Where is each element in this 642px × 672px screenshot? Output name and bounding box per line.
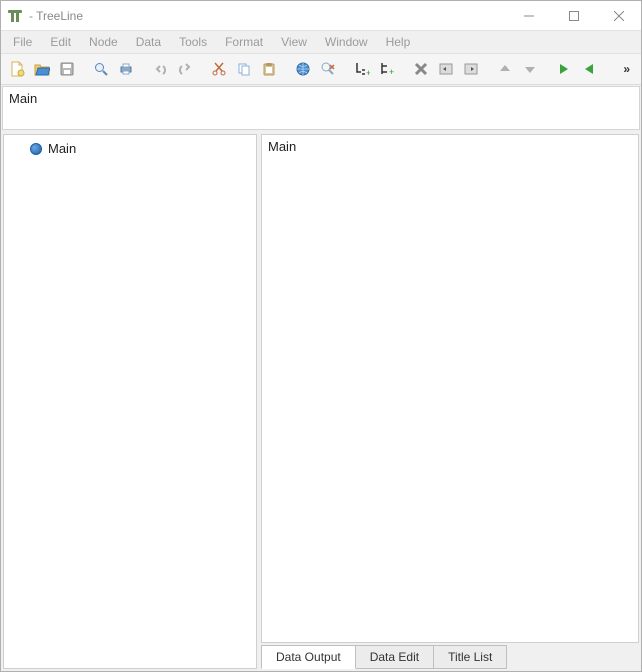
- print-icon[interactable]: [114, 57, 138, 81]
- outdent-icon[interactable]: [459, 57, 483, 81]
- svg-text:+: +: [366, 68, 370, 77]
- paste-icon[interactable]: [257, 57, 281, 81]
- menu-view[interactable]: View: [273, 33, 315, 51]
- menubar: File Edit Node Data Tools Format View Wi…: [1, 31, 641, 53]
- tab-title-list[interactable]: Title List: [433, 645, 507, 669]
- open-file-icon[interactable]: [30, 57, 54, 81]
- menu-edit[interactable]: Edit: [42, 33, 79, 51]
- breadcrumb-path: Main: [9, 91, 37, 106]
- data-output-view[interactable]: Main: [261, 134, 639, 643]
- undo-icon[interactable]: [148, 57, 172, 81]
- window-controls: [506, 1, 641, 30]
- menu-help[interactable]: Help: [378, 33, 419, 51]
- window-title: - TreeLine: [29, 9, 83, 23]
- tree-item-label: Main: [48, 141, 76, 156]
- redo-icon[interactable]: [173, 57, 197, 81]
- menu-window[interactable]: Window: [317, 33, 376, 51]
- data-view-title: Main: [268, 139, 296, 154]
- add-sibling-icon[interactable]: +: [375, 57, 399, 81]
- menu-node[interactable]: Node: [81, 33, 126, 51]
- move-up-icon[interactable]: [493, 57, 517, 81]
- delete-node-icon[interactable]: [409, 57, 433, 81]
- zoom-icon[interactable]: [89, 57, 113, 81]
- menu-data[interactable]: Data: [128, 33, 169, 51]
- copy-icon[interactable]: [232, 57, 256, 81]
- breadcrumb: Main: [2, 86, 640, 130]
- bottom-tabs: Data Output Data Edit Title List: [261, 643, 639, 669]
- svg-text:+: +: [389, 67, 394, 77]
- main-split: Main Main Data Output Data Edit Title Li…: [1, 130, 641, 671]
- save-file-icon[interactable]: [55, 57, 79, 81]
- run-forward-icon[interactable]: [552, 57, 576, 81]
- menu-format[interactable]: Format: [217, 33, 271, 51]
- tab-data-output[interactable]: Data Output: [261, 645, 356, 669]
- menu-file[interactable]: File: [5, 33, 40, 51]
- right-panel: Main Data Output Data Edit Title List: [261, 134, 639, 669]
- toolbar-overflow-icon[interactable]: »: [617, 62, 637, 76]
- node-bullet-icon: [30, 143, 42, 155]
- move-down-icon[interactable]: [518, 57, 542, 81]
- search-reset-icon[interactable]: [316, 57, 340, 81]
- toolbar: + + »: [1, 53, 641, 85]
- add-child-icon[interactable]: +: [350, 57, 374, 81]
- menu-tools[interactable]: Tools: [171, 33, 215, 51]
- app-icon: [7, 8, 23, 24]
- indent-icon[interactable]: [434, 57, 458, 81]
- cut-icon[interactable]: [207, 57, 231, 81]
- maximize-button[interactable]: [551, 1, 596, 30]
- close-button[interactable]: [596, 1, 641, 30]
- tab-data-edit[interactable]: Data Edit: [355, 645, 434, 669]
- minimize-button[interactable]: [506, 1, 551, 30]
- globe-icon[interactable]: [291, 57, 315, 81]
- titlebar: - TreeLine: [1, 1, 641, 31]
- run-back-icon[interactable]: [577, 57, 601, 81]
- new-file-icon[interactable]: [5, 57, 29, 81]
- tree-item[interactable]: Main: [8, 139, 252, 158]
- tree-panel[interactable]: Main: [3, 134, 257, 669]
